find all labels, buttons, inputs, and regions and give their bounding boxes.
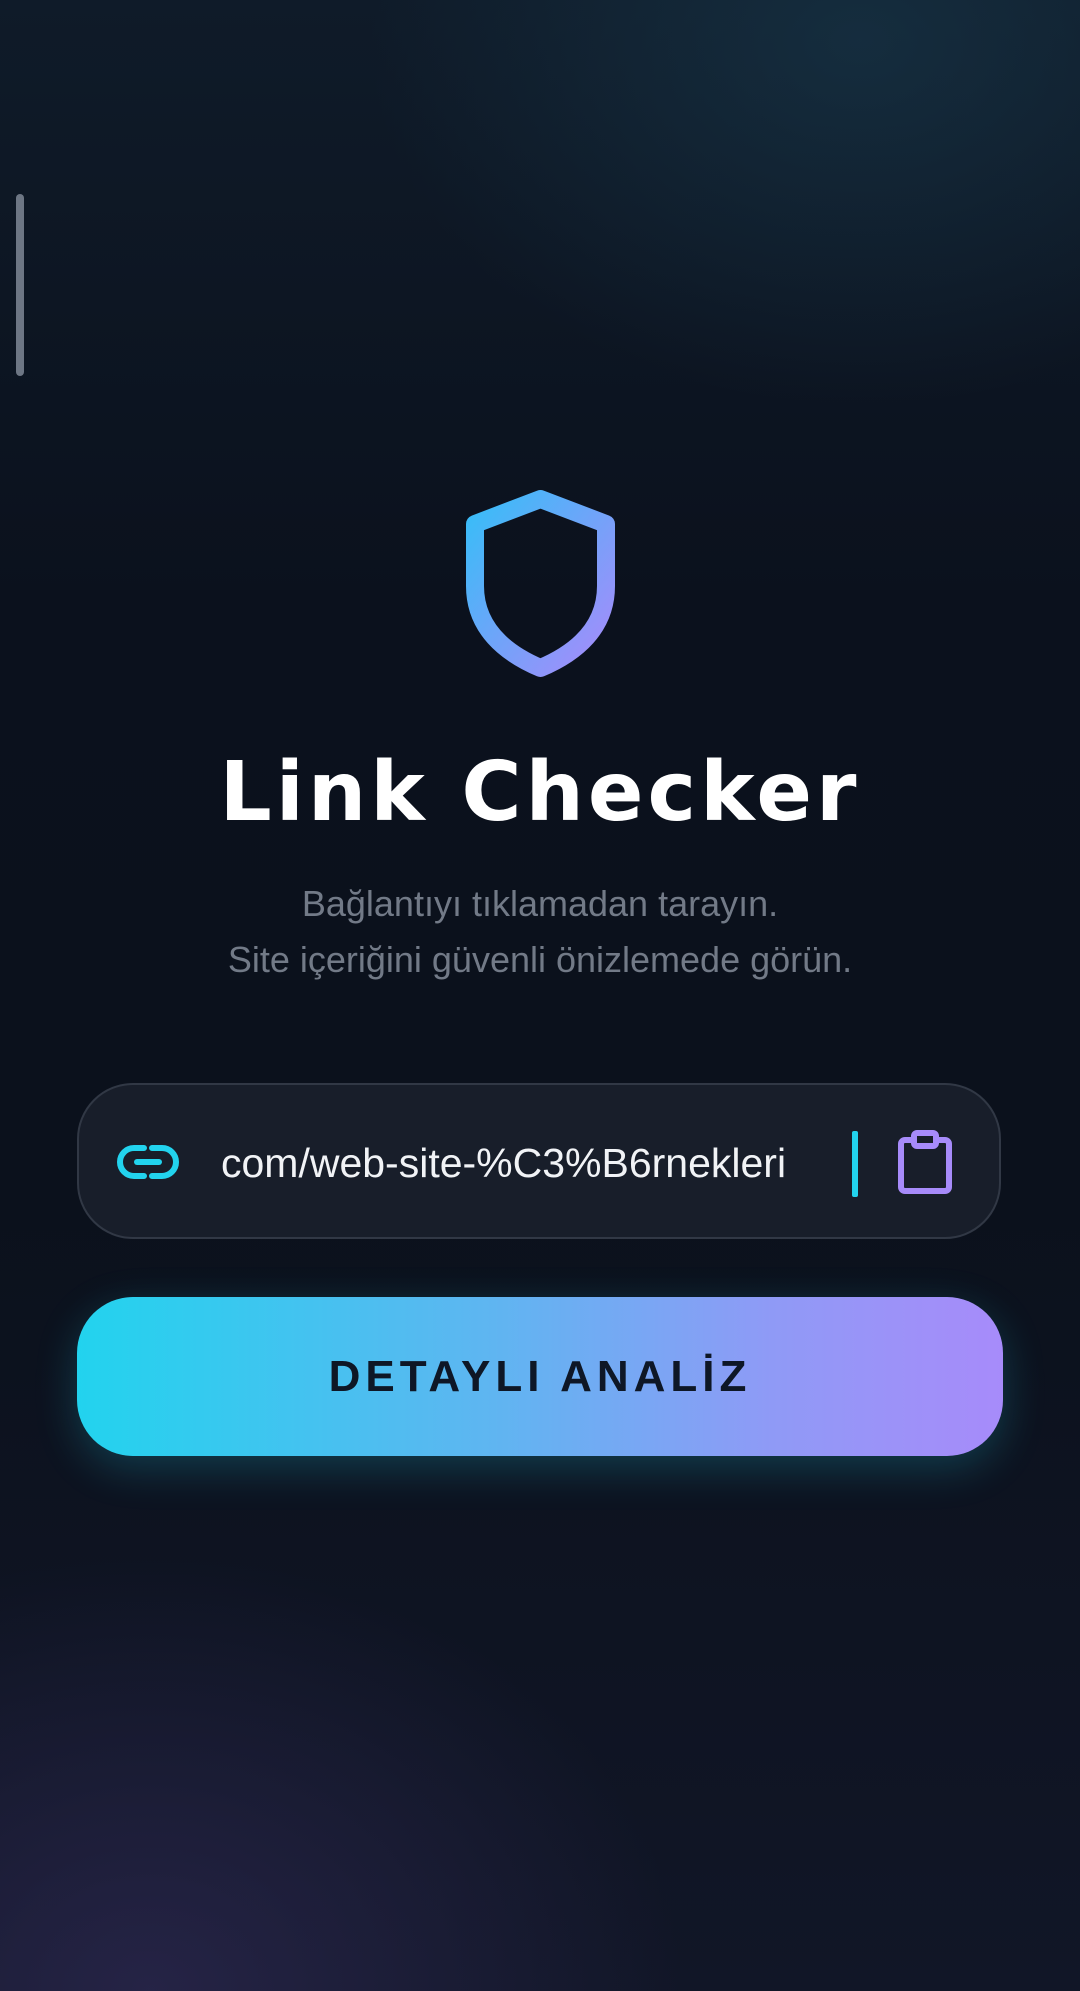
text-caret bbox=[852, 1131, 858, 1197]
detailed-analysis-button[interactable]: DETAYLI ANALİZ bbox=[77, 1297, 1003, 1456]
subtitle-line-2: Site içeriğini güvenli önizlemede görün. bbox=[227, 939, 853, 980]
clipboard-icon[interactable] bbox=[895, 1129, 955, 1195]
url-input[interactable]: com/web-site-%C3%B6rnekleri bbox=[221, 1123, 861, 1203]
link-icon bbox=[117, 1145, 179, 1179]
shield-icon bbox=[466, 490, 615, 677]
scroll-indicator[interactable] bbox=[16, 194, 24, 376]
app-title: Link Checker bbox=[219, 745, 861, 840]
url-input-value: com/web-site-%C3%B6rnekleri bbox=[221, 1140, 787, 1186]
subtitle-line-1: Bağlantıyı tıklamadan tarayın. bbox=[301, 883, 779, 924]
url-field[interactable]: com/web-site-%C3%B6rnekleri bbox=[77, 1083, 1001, 1239]
app-subtitle: Bağlantıyı tıklamadan tarayın. Site içer… bbox=[0, 876, 1080, 988]
